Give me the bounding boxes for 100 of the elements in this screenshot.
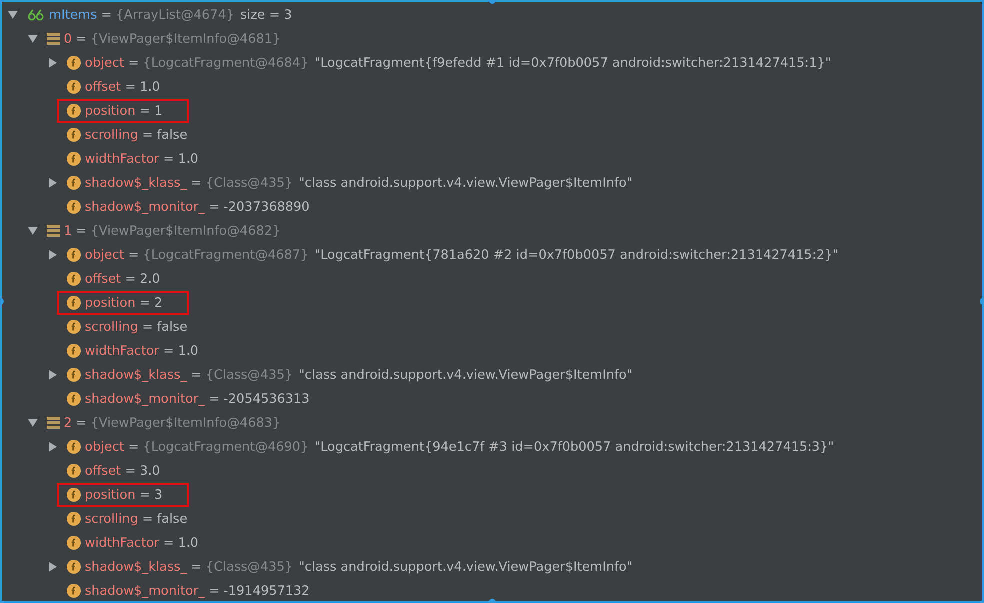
expand-arrow-icon[interactable] xyxy=(48,442,58,452)
field-icon xyxy=(67,152,81,166)
variable-name: shadow$_monitor_ xyxy=(85,584,206,598)
variable-value: -2037368890 xyxy=(224,200,310,214)
field-icon xyxy=(67,176,81,190)
equals-sign: = xyxy=(142,512,154,526)
equals-sign: = xyxy=(163,152,174,166)
variable-name: object xyxy=(85,56,124,70)
variable-name: position xyxy=(85,488,136,502)
object-reference: {ArrayList@4674} xyxy=(116,8,234,22)
collapse-arrow-icon[interactable] xyxy=(28,226,38,236)
object-reference: {Class@435} xyxy=(206,560,294,574)
expand-arrow-icon[interactable] xyxy=(48,370,58,380)
equals-sign: = xyxy=(125,272,136,286)
equals-sign: = xyxy=(209,200,220,214)
variable-value: "class android.support.v4.view.ViewPager$ItemInfo" xyxy=(299,368,633,382)
expand-arrow-icon[interactable] xyxy=(48,562,58,572)
glasses-icon xyxy=(27,9,45,21)
variable-name: shadow$_monitor_ xyxy=(85,200,206,214)
object-reference: {LogcatFragment@4687} xyxy=(143,248,309,262)
variable-name: shadow$_klass_ xyxy=(85,560,188,574)
variable-name: offset xyxy=(85,272,122,286)
collapse-arrow-icon[interactable] xyxy=(28,418,38,428)
field-icon xyxy=(67,392,81,406)
list-icon xyxy=(47,33,60,45)
variable-name: scrolling xyxy=(85,512,138,526)
variable-value: 1.0 xyxy=(178,536,199,550)
field-icon xyxy=(67,488,81,502)
field-icon xyxy=(67,200,81,214)
equals-sign: = xyxy=(209,392,220,406)
variable-value: 2.0 xyxy=(140,272,160,286)
field-icon xyxy=(67,272,81,286)
equals-sign: = xyxy=(142,320,154,334)
object-reference: {Class@435} xyxy=(206,368,294,382)
object-reference: {LogcatFragment@4684} xyxy=(143,56,309,70)
variable-value: "LogcatFragment{94e1c7f #3 id=0x7f0b0057 android:switcher:2131427415:3}" xyxy=(314,440,834,454)
variable-name: 2 xyxy=(64,416,72,430)
field-icon xyxy=(67,248,81,262)
collapse-arrow-icon[interactable] xyxy=(8,10,18,20)
equals-sign: = xyxy=(125,80,136,94)
equals-sign: = xyxy=(191,176,202,190)
variable-value: 1.0 xyxy=(178,152,199,166)
list-icon xyxy=(47,225,60,237)
equals-sign: = xyxy=(209,584,220,598)
field-icon xyxy=(67,464,81,478)
variable-value: 1.0 xyxy=(140,80,160,94)
variable-value: "class android.support.v4.view.ViewPager$ItemInfo" xyxy=(299,560,633,574)
equals-sign: = xyxy=(140,104,150,118)
variable-value: "LogcatFragment{781a620 #2 id=0x7f0b0057 android:switcher:2131427415:2}" xyxy=(314,248,839,262)
equals-sign: = xyxy=(128,248,140,262)
variable-name: widthFactor xyxy=(85,152,160,166)
expand-arrow-icon[interactable] xyxy=(48,250,58,260)
equals-sign: = xyxy=(140,296,150,310)
field-icon xyxy=(67,296,81,310)
equals-sign: = xyxy=(140,488,150,502)
variable-value: 3 xyxy=(154,488,163,502)
variable-name: 0 xyxy=(64,32,72,46)
variable-name: offset xyxy=(85,464,122,478)
variable-name: scrolling xyxy=(85,128,138,142)
variable-name: offset xyxy=(85,80,122,94)
variable-value: size = 3 xyxy=(240,8,292,22)
equals-sign: = xyxy=(76,32,87,46)
object-reference: {ViewPager$ItemInfo@4683} xyxy=(90,416,281,430)
field-icon xyxy=(67,320,81,334)
variable-value: 2 xyxy=(154,296,163,310)
object-reference: {ViewPager$ItemInfo@4682} xyxy=(90,224,281,238)
field-icon xyxy=(67,536,81,550)
variable-value: false xyxy=(157,320,188,334)
variable-value: 1.0 xyxy=(178,344,199,358)
field-icon xyxy=(67,512,81,526)
variable-name: mItems xyxy=(49,8,98,22)
object-reference: {Class@435} xyxy=(206,176,294,190)
field-icon xyxy=(67,584,81,598)
field-icon xyxy=(67,80,81,94)
equals-sign: = xyxy=(76,224,87,238)
variable-value: false xyxy=(157,512,188,526)
expand-arrow-icon[interactable] xyxy=(48,178,58,188)
variable-value: 3.0 xyxy=(140,464,160,478)
variable-name: widthFactor xyxy=(85,344,160,358)
variable-value: "LogcatFragment{f9efedd #1 id=0x7f0b0057 android:switcher:2131427415:1}" xyxy=(314,56,832,70)
equals-sign: = xyxy=(191,368,202,382)
variable-name: shadow$_klass_ xyxy=(85,368,188,382)
object-reference: {LogcatFragment@4690} xyxy=(143,440,309,454)
variable-name: shadow$_monitor_ xyxy=(85,392,206,406)
collapse-arrow-icon[interactable] xyxy=(28,34,38,44)
variable-value: -2054536313 xyxy=(224,392,310,406)
variable-name: scrolling xyxy=(85,320,138,334)
equals-sign: = xyxy=(125,464,136,478)
field-icon xyxy=(67,344,81,358)
variable-name: position xyxy=(85,104,136,118)
list-icon xyxy=(47,417,60,429)
equals-sign: = xyxy=(101,8,112,22)
object-reference: {ViewPager$ItemInfo@4681} xyxy=(90,32,281,46)
field-icon xyxy=(67,560,81,574)
equals-sign: = xyxy=(128,56,140,70)
field-icon xyxy=(67,104,81,118)
expand-arrow-icon[interactable] xyxy=(48,58,58,68)
variable-name: widthFactor xyxy=(85,536,160,550)
equals-sign: = xyxy=(76,416,87,430)
equals-sign: = xyxy=(142,128,154,142)
